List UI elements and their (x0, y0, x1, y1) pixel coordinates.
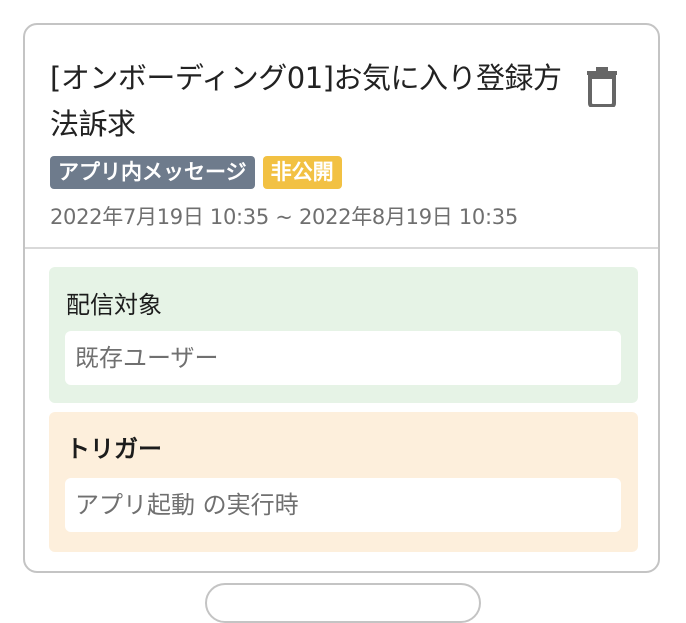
target-section: 配信対象 既存ユーザー (49, 267, 638, 403)
target-label: 配信対象 (66, 291, 162, 319)
campaign-title: [オンボーディング01]お気に入り登録方法訴求 (50, 61, 562, 141)
next-card-button[interactable] (205, 583, 481, 623)
visibility-badge: 非公開 (262, 156, 342, 189)
message-type-badge: アプリ内メッセージ (50, 156, 255, 189)
trash-icon[interactable] (586, 67, 618, 108)
campaign-period: 2022年7月19日 10:35 ~ 2022年8月19日 10:35 (50, 205, 518, 229)
trigger-label: トリガー (66, 435, 162, 463)
card-header: [オンボーディング01]お気に入り登録方法訴求 アプリ内メッセージ 非公開 20… (25, 25, 658, 249)
campaign-card[interactable]: [オンボーディング01]お気に入り登録方法訴求 アプリ内メッセージ 非公開 20… (23, 23, 660, 573)
target-value: 既存ユーザー (65, 331, 621, 385)
trigger-section: トリガー アプリ起動 の実行時 (49, 412, 638, 552)
badge-group: アプリ内メッセージ 非公開 (50, 156, 342, 189)
trigger-value: アプリ起動 の実行時 (65, 478, 621, 532)
